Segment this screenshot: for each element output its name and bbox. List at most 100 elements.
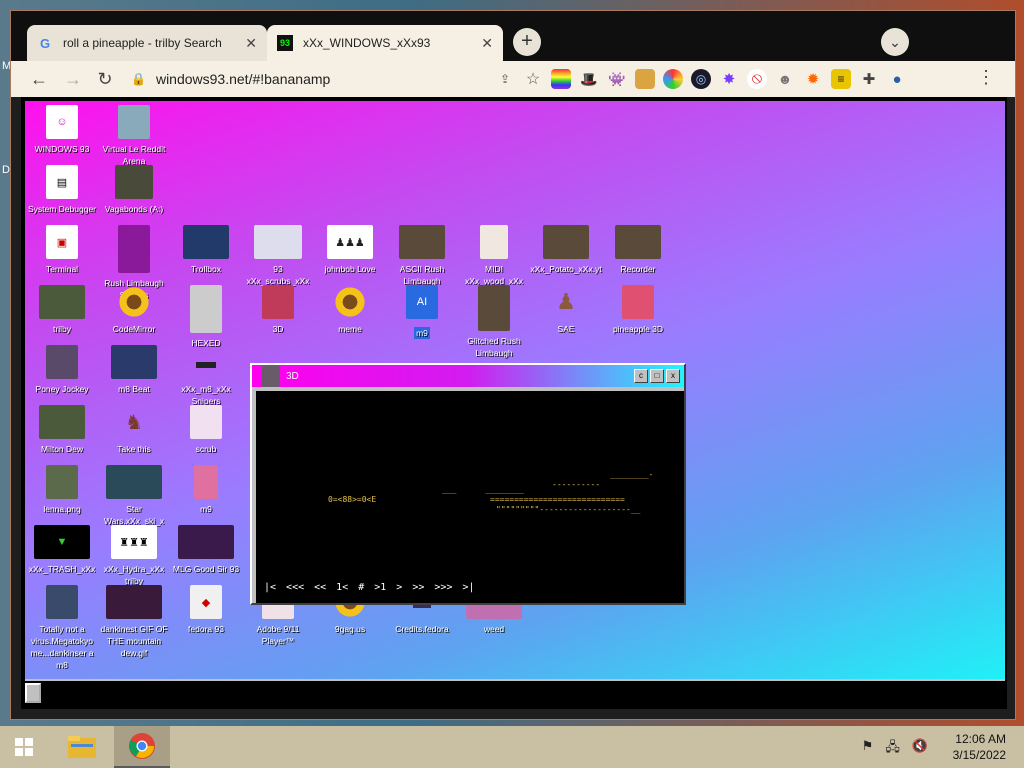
desktop-icon[interactable]: Milton Dew <box>25 405 99 455</box>
file-explorer-taskbar-button[interactable] <box>54 726 110 768</box>
desktop-icon[interactable]: lenna.png <box>25 465 99 515</box>
bookmark-star-icon[interactable]: ☆ <box>523 69 543 89</box>
globe-extension-icon[interactable]: ◎ <box>691 69 711 89</box>
google-g-icon: G <box>39 35 51 51</box>
desktop-icon[interactable]: pineapple 3D <box>601 285 675 335</box>
desktop-icon[interactable]: ◆ fedora 93 <box>169 585 243 635</box>
desktop-icon[interactable]: meme <box>313 285 387 335</box>
alien-extension-icon[interactable]: ☻ <box>775 69 795 89</box>
close-button[interactable]: x <box>666 369 680 383</box>
new-tab-button[interactable]: + <box>513 28 541 56</box>
desktop-icon[interactable]: dankinest GIF OF THE mountain dew.gif <box>97 585 171 659</box>
desktop-icon[interactable]: Totally not a virus.Megatokyo me...danki… <box>25 585 99 671</box>
close-icon[interactable]: ✕ <box>481 35 493 52</box>
windows93-mascot-icon: ☺ <box>46 105 78 139</box>
doge-extension-icon[interactable] <box>635 69 655 89</box>
icon-label: Glitched Rush Limbaugh <box>467 336 521 358</box>
desktop-icon[interactable]: m9 <box>169 465 243 515</box>
desktop-icon[interactable]: m8 Beat <box>97 345 171 395</box>
window-titlebar[interactable]: 3D <box>252 365 684 387</box>
block-extension-icon[interactable]: ⦸ <box>747 69 767 89</box>
tab-search-button[interactable]: ⌄ <box>881 28 909 56</box>
back-icon[interactable]: ← <box>27 67 51 91</box>
desktop-icon[interactable]: ▼ xXx_TRASH_xXx <box>25 525 99 575</box>
lock-icon[interactable]: 🔒 <box>131 72 146 86</box>
desktop-icon[interactable]: HEXED <box>169 285 243 349</box>
icon-label: Take this <box>117 444 151 454</box>
control-play[interactable]: > <box>396 582 402 593</box>
desktop-icon[interactable]: ♞ Take this <box>97 405 171 455</box>
icon-label: Recorder <box>620 264 656 274</box>
desktop-icon[interactable]: xXx_Potato_xXx.yt <box>529 225 603 275</box>
desktop-icon[interactable]: trilby <box>25 285 99 335</box>
volume-muted-icon[interactable]: 🔇 <box>912 738 928 760</box>
maximize-button[interactable]: □ <box>650 369 664 383</box>
desktop-icon[interactable]: Recorder <box>601 225 675 275</box>
bee-extension-icon[interactable]: ≡ <box>831 69 851 89</box>
desktop-icon[interactable]: Glitched Rush Limbaugh <box>457 285 531 359</box>
desktop-icon[interactable]: ▣ Terminal <box>25 225 99 275</box>
control-first[interactable]: |< <box>264 582 276 593</box>
tab-google-search[interactable]: G roll a pineapple - trilby Search ✕ <box>27 25 267 61</box>
chrome-taskbar-button[interactable] <box>114 726 170 768</box>
control-rewind-fast[interactable]: <<< <box>286 582 304 593</box>
desktop-icon[interactable]: Star Wars.xXx_ski_x <box>97 465 171 527</box>
rainbow-flag-extension-icon[interactable] <box>551 69 571 89</box>
profile-avatar-icon[interactable]: ● <box>887 69 907 89</box>
vagabonds-drive-icon <box>115 165 153 199</box>
host-desktop-edge-letter-d: D <box>2 164 10 176</box>
desktop-icon[interactable]: AI m9 <box>385 285 459 341</box>
desktop-icon[interactable]: ☺ WINDOWS 93 <box>25 105 99 155</box>
desktop-icon[interactable]: 93 xXx_scrubs_xXx <box>241 225 315 287</box>
windows-start-button[interactable] <box>0 726 48 768</box>
mlg-good-sir-icon <box>178 525 234 559</box>
control-step-forward[interactable]: >1 <box>374 582 386 593</box>
desktop-icon[interactable]: MLG Good Sir 93 <box>169 525 243 575</box>
control-rewind[interactable]: << <box>314 582 326 593</box>
icon-label: System Debugger <box>27 204 97 214</box>
window-3d: 3D c □ x 0=<88>=0<E ________- ----------… <box>250 363 686 605</box>
desktop-icon[interactable]: ♜♜♜ xXx_Hydra_xXx trilby <box>97 525 171 587</box>
hat-extension-icon[interactable]: 🎩 <box>579 69 599 89</box>
minimize-button[interactable]: c <box>634 369 648 383</box>
windows93-start-button[interactable] <box>25 683 41 703</box>
burst-extension-icon[interactable]: ✸ <box>719 69 739 89</box>
forward-icon[interactable]: → <box>61 67 85 91</box>
desktop-icon[interactable]: Virtual Le Reddit Arena <box>97 105 171 167</box>
network-icon[interactable]: 🖧 <box>885 738 900 760</box>
icon-label: MIDI xXx_wood_xXx <box>464 264 524 286</box>
control-stop[interactable]: # <box>358 582 364 593</box>
browser-menu-icon[interactable]: ⋮ <box>977 67 995 88</box>
ascii-line: ___ ________ <box>442 485 524 494</box>
desktop-icon[interactable]: ASCII Rush Limbaugh <box>385 225 459 287</box>
desktop-icon[interactable]: 3D <box>241 285 315 335</box>
creature-extension-icon[interactable]: 👾 <box>607 69 627 89</box>
control-step-back[interactable]: 1< <box>336 582 348 593</box>
address-bar[interactable]: 🔒 windows93.net/#!bananamp <box>131 65 531 93</box>
desktop-icon[interactable]: scrub <box>169 405 243 455</box>
control-forward-fast[interactable]: >>> <box>434 582 452 593</box>
puzzle-extensions-icon[interactable]: ✚ <box>859 69 879 89</box>
3d-canvas[interactable]: 0=<88>=0<E ________- ---------- ___ ____… <box>256 391 684 603</box>
reload-icon[interactable]: ↻ <box>93 67 117 91</box>
sun-extension-icon[interactable]: ✹ <box>803 69 823 89</box>
taskbar-clock[interactable]: 12:06 AM 3/15/2022 <box>953 731 1006 763</box>
control-forward[interactable]: >> <box>412 582 424 593</box>
desktop-icon[interactable]: Poney Jockey <box>25 345 99 395</box>
desktop-icon[interactable]: MIDI xXx_wood_xXx <box>457 225 531 287</box>
share-icon[interactable]: ⇪ <box>495 69 515 89</box>
desktop-icon[interactable]: ▤ System Debugger <box>25 165 99 215</box>
desktop-icon[interactable]: CodeMirror <box>97 285 171 335</box>
desktop-icon[interactable]: ♟♟♟ johnbob Love <box>313 225 387 275</box>
desktop-icon[interactable]: ▬ xXx_m8_xXx Snipers <box>169 345 243 407</box>
take-this-icon: ♞ <box>125 411 143 434</box>
color-wheel-extension-icon[interactable] <box>663 69 683 89</box>
desktop-icon[interactable]: ♟ SAE <box>529 285 603 335</box>
ascii-line: ________- <box>610 470 654 479</box>
control-last[interactable]: >| <box>462 582 474 593</box>
tab-windows93[interactable]: 93 xXx_WINDOWS_xXx93 ✕ <box>267 25 503 61</box>
close-icon[interactable]: ✕ <box>245 35 257 52</box>
desktop-icon[interactable]: Vagabonds (A:) <box>97 165 171 215</box>
desktop-icon[interactable]: Trollbox <box>169 225 243 275</box>
flag-notification-icon[interactable]: ⚑ <box>862 738 874 760</box>
